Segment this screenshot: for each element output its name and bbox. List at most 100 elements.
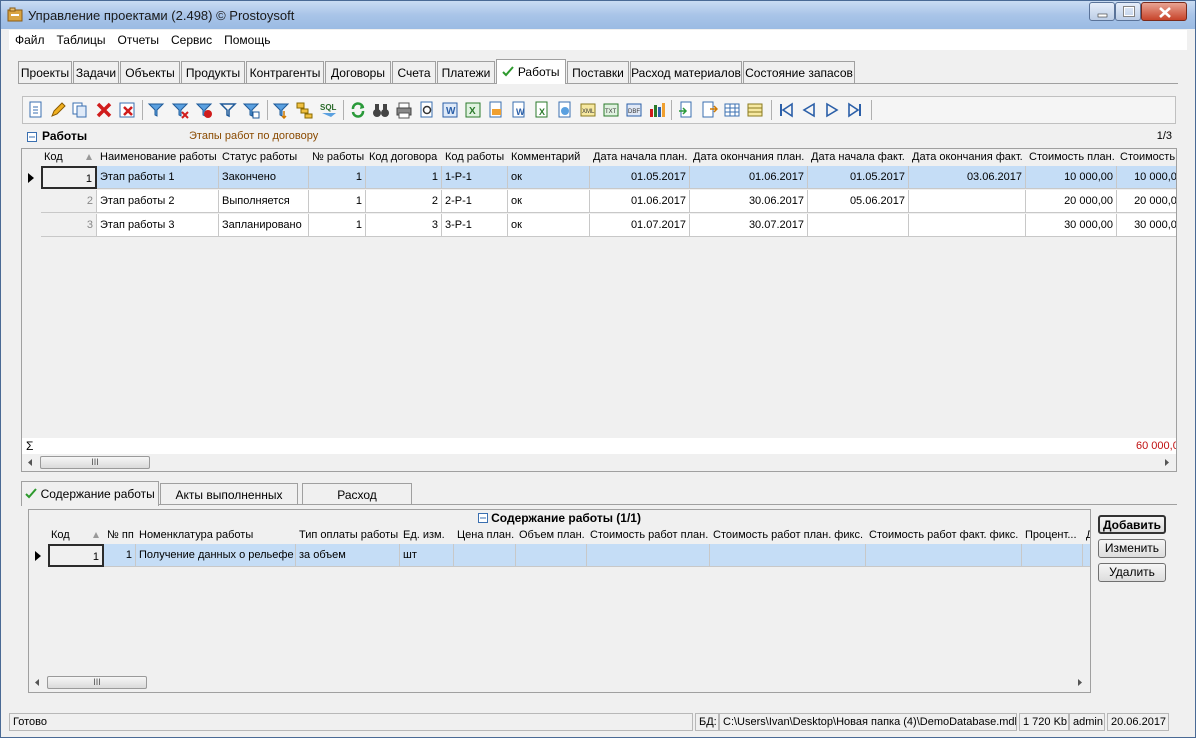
table-cell[interactable]: ок [508,214,590,237]
export-excel-doc-icon[interactable]: X [533,101,551,119]
maximize-button[interactable] [1115,2,1141,21]
works-column-header[interactable]: Наименование работы [97,149,219,165]
tab-products[interactable]: Продукты [181,61,245,83]
collapse-icon[interactable] [27,132,37,142]
table-cell[interactable]: 01.07.2017 [590,214,690,237]
table-cell[interactable]: 1 [309,166,366,189]
delete-all-icon[interactable] [118,101,136,119]
table-cell[interactable]: 30 000,00 [1026,214,1117,237]
table-cell[interactable]: 2 [41,190,97,213]
works-column-header[interactable]: Код договора [366,149,442,165]
works-column-header[interactable]: Код работы [442,149,508,165]
table-cell[interactable]: 1 [104,544,136,567]
table-cell[interactable]: 3-Р-1 [442,214,508,237]
menu-help[interactable]: Помощь [218,30,276,47]
table-cell[interactable]: 20 000,00 [1026,190,1117,213]
table-cell[interactable] [454,544,516,567]
tab-tasks[interactable]: Задачи [73,61,119,83]
table-settings-icon[interactable] [723,101,741,119]
table-cell[interactable]: 10 000,00 [1026,166,1117,189]
tab-materials[interactable]: Расход материалов [302,483,412,524]
table-cell[interactable]: 30 000,00 [1117,214,1176,237]
table-cell[interactable]: 2 [366,190,442,213]
table-cell[interactable]: 1 [309,190,366,213]
last-record-icon[interactable] [846,101,864,119]
collapse-icon[interactable] [478,513,489,523]
tab-stock-status[interactable]: Состояние запасов [743,61,855,83]
table-cell[interactable]: 01.05.2017 [808,166,909,189]
works-column-header[interactable]: Дата окончания факт. [909,149,1026,165]
tab-objects[interactable]: Объекты [120,61,180,83]
detail-column-header[interactable]: Стоимость работ факт. фикс. [866,527,1022,543]
import-icon[interactable] [677,101,695,119]
table-cell[interactable] [909,190,1026,213]
export-xml-icon[interactable]: XML [579,101,597,119]
title-bar[interactable]: Управление проектами (2.498) © Prostoyso… [1,1,1195,29]
table-cell[interactable]: Получение данных о рельефе [136,544,296,567]
detail-column-header[interactable]: Стоимость работ план. [587,527,710,543]
previous-record-icon[interactable] [800,101,818,119]
table-cell[interactable]: Запланировано [219,214,309,237]
detail-column-header[interactable]: № пп [104,527,136,543]
tab-contracts[interactable]: Договоры [325,61,391,83]
delete-button[interactable]: Удалить [1098,563,1166,582]
table-cell[interactable]: ок [508,166,590,189]
export-dbf-icon[interactable]: DBF [625,101,643,119]
table-cell[interactable]: 1 [309,214,366,237]
scroll-left-icon[interactable] [32,674,42,691]
minimize-button[interactable] [1089,2,1115,21]
next-record-icon[interactable] [823,101,841,119]
table-cell[interactable] [909,214,1026,237]
detail-column-header[interactable]: Процент... [1022,527,1083,543]
table-cell[interactable]: 01.05.2017 [590,166,690,189]
import-file-icon[interactable] [700,101,718,119]
table-cell[interactable] [1022,544,1083,567]
detail-column-header[interactable]: Дата [1083,527,1090,543]
detail-column-header[interactable]: Объем план. [516,527,587,543]
works-column-header[interactable]: Комментарий [508,149,590,165]
detail-column-header[interactable]: Цена план. [454,527,516,543]
table-cell[interactable]: шт [400,544,454,567]
table-cell[interactable] [710,544,866,567]
tab-work-content[interactable]: Содержание работы [21,481,159,506]
scroll-left-icon[interactable] [25,454,35,471]
table-row[interactable]: 3 Этап работы 3 Запланировано 1 3 3-Р-1 ок 01.0… [22,214,1176,238]
group-icon[interactable] [295,101,313,119]
filter-clear-icon[interactable] [219,101,237,119]
works-horizontal-scrollbar[interactable]: III [22,454,1176,471]
table-cell[interactable]: 05.06.2017 [808,190,909,213]
table-cell[interactable] [808,214,909,237]
table-cell[interactable]: 30.07.2017 [690,214,808,237]
sort-icon[interactable] [272,101,290,119]
table-cell[interactable] [866,544,1022,567]
table-cell[interactable]: Этап работы 1 [97,166,219,189]
scroll-right-icon[interactable] [1075,674,1085,691]
find-binoculars-icon[interactable] [372,101,390,119]
works-column-header[interactable]: Дата начала факт. [808,149,909,165]
table-cell[interactable]: 1 [48,544,104,567]
menu-tables[interactable]: Таблицы [51,30,112,47]
table-cell[interactable]: Этап работы 2 [97,190,219,213]
table-cell[interactable]: 2-Р-1 [442,190,508,213]
new-record-icon[interactable] [27,101,45,119]
export-word-doc-icon[interactable]: W [510,101,528,119]
menu-service[interactable]: Сервис [165,30,218,47]
works-column-header[interactable]: Дата начала план. [590,149,690,165]
tab-contractors[interactable]: Контрагенты [246,61,324,83]
table-cell[interactable]: 03.06.2017 [909,166,1026,189]
tab-invoices[interactable]: Счета [392,61,436,83]
edit-pencil-icon[interactable] [49,101,67,119]
row-indicator[interactable] [29,544,47,568]
table-cell[interactable] [516,544,587,567]
table-cell[interactable]: Этап работы 3 [97,214,219,237]
table-cell[interactable]: ок [508,190,590,213]
works-column-header[interactable]: Статус работы [219,149,309,165]
detail-column-header[interactable]: Номенклатура работы [136,527,296,543]
filter-add-icon[interactable] [171,101,189,119]
filter-remove-icon[interactable] [195,101,213,119]
export-csv-icon[interactable] [487,101,505,119]
export-excel-icon[interactable]: X [464,101,482,119]
tab-acts[interactable]: Акты выполненных работ [160,483,298,524]
row-indicator[interactable] [22,190,40,214]
table-cell[interactable]: 3 [41,214,97,237]
